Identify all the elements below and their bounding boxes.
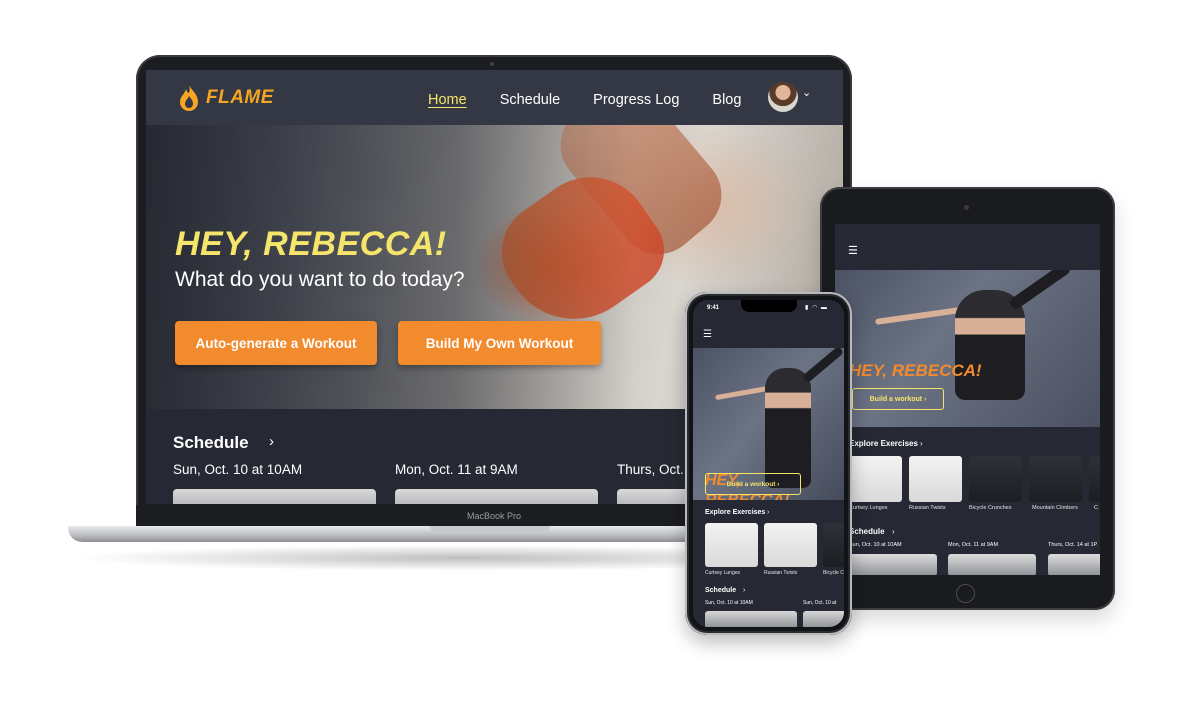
hero-subtitle: What do you want to do today? (175, 268, 465, 291)
schedule-card-image[interactable] (948, 554, 1036, 575)
tablet-build-workout-button[interactable]: Build a workout › (852, 388, 944, 410)
exercise-label: Bicycle C (823, 570, 844, 576)
chevron-right-icon[interactable]: › (920, 439, 923, 448)
hero-figure-leg (801, 348, 844, 384)
exercise-card[interactable] (909, 456, 962, 502)
schedule-day: Mon, Oct. 11 at 9AM (948, 542, 999, 548)
nav-item-blog[interactable]: Blog (712, 92, 741, 108)
nav-item-progress-log[interactable]: Progress Log (593, 92, 679, 108)
schedule-card-image[interactable] (395, 489, 598, 504)
schedule-day: Mon, Oct. 11 at 9AM (395, 462, 518, 477)
exercise-label: Curtsey Lunges (705, 570, 741, 576)
hero-greeting: HEY, REBECCA! (175, 225, 447, 263)
tablet-home-button (956, 584, 975, 603)
phone-build-workout-button[interactable]: Build a workout › (705, 473, 801, 495)
menu-icon[interactable]: ☰ (703, 329, 712, 340)
exercise-card[interactable] (1029, 456, 1082, 502)
phone-screen: 9:41 ▮ ◠ ▬ ☰ HEY, REBECCA! Build a worko… (693, 300, 844, 627)
hero-figure-leg (1007, 270, 1073, 311)
menu-icon[interactable]: ☰ (848, 244, 858, 257)
phone-explore-title[interactable]: Explore Exercises (705, 509, 765, 516)
laptop-camera (490, 62, 494, 66)
auto-generate-workout-button[interactable]: Auto-generate a Workout (175, 321, 377, 365)
exercise-label: Mountain Climbers (1032, 505, 1078, 511)
chevron-down-icon[interactable]: ⌄ (802, 86, 811, 99)
exercise-label: Bicycle Crunches (969, 505, 1012, 511)
flame-logo-icon (180, 85, 198, 111)
schedule-day: Thurs, Oct. 14 at 1P (1048, 542, 1098, 548)
schedule-day: Sun, Oct. 10 at (803, 600, 837, 606)
exercise-card[interactable] (1089, 456, 1100, 502)
chevron-right-icon[interactable]: › (892, 527, 895, 536)
avatar[interactable] (768, 82, 798, 112)
wifi-icon: ▮ ◠ ▬ (805, 305, 828, 311)
status-time: 9:41 (707, 305, 720, 311)
nav-item-schedule[interactable]: Schedule (500, 92, 560, 108)
schedule-title[interactable]: Schedule (173, 433, 249, 453)
nav-item-home[interactable]: Home (428, 92, 467, 108)
laptop-notch (430, 526, 550, 533)
logo-text: FLAME (206, 87, 274, 108)
schedule-card-image[interactable] (803, 611, 844, 627)
exercise-label: Russian Twists (909, 505, 946, 511)
top-nav: FLAME Home Schedule Progress Log Blog ⌄ (146, 70, 843, 125)
exercise-card[interactable] (823, 523, 844, 567)
tablet-schedule-title[interactable]: Schedule (849, 527, 885, 536)
schedule-card-image[interactable] (173, 489, 376, 504)
logo[interactable]: FLAME (178, 84, 274, 112)
exercise-label: Russian Twists (764, 570, 798, 576)
schedule-card-image[interactable] (849, 554, 937, 575)
nav-links: Home Schedule Progress Log Blog (428, 92, 741, 108)
tablet-camera (964, 205, 969, 210)
exercise-card[interactable] (969, 456, 1022, 502)
exercise-label: C (1094, 505, 1098, 511)
exercise-card[interactable] (849, 456, 902, 502)
exercise-card[interactable] (705, 523, 758, 567)
chevron-right-icon[interactable]: › (743, 587, 745, 594)
chevron-right-icon[interactable]: › (269, 433, 274, 450)
schedule-day: Sun, Oct. 10 at 10AM (705, 600, 753, 606)
chevron-right-icon[interactable]: › (767, 509, 769, 516)
tablet-screen: ☰ HEY, REBECCA! Build a workout › Explor… (835, 224, 1100, 575)
phone-notch (741, 300, 797, 312)
exercise-label: Curtsey Lunges (849, 505, 888, 511)
phone-schedule-title[interactable]: Schedule (705, 587, 736, 594)
schedule-day: Sun, Oct. 10 at 10AM (173, 462, 303, 477)
schedule-card-image[interactable] (705, 611, 797, 627)
exercise-card[interactable] (764, 523, 817, 567)
schedule-day: Sun, Oct. 10 at 10AM (849, 542, 902, 548)
tablet-greeting: HEY, REBECCA! (849, 361, 982, 380)
build-own-workout-button[interactable]: Build My Own Workout (398, 321, 601, 365)
tablet-explore-title[interactable]: Explore Exercises (849, 439, 918, 448)
schedule-card-image[interactable] (1048, 554, 1100, 575)
hero-figure (765, 368, 811, 488)
schedule-day: Thurs, Oct. (617, 462, 684, 477)
